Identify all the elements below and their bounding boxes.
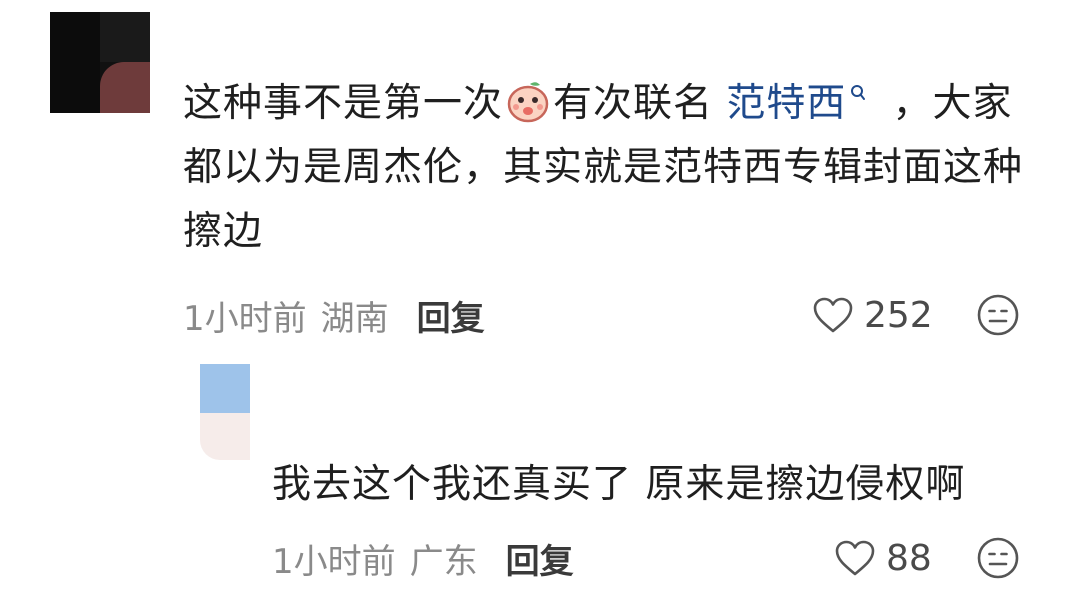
avatar-segment [200,413,250,460]
like-count: 252 [864,294,933,336]
comment-text: 这种事不是第一次 有次联名 范特西 ，大家都以为是周杰伦，其实就是范特西专辑封面… [183,72,1043,264]
comment-text-part: 有次联名 [553,81,727,126]
reply-time: 1小时前 [272,541,396,582]
commenter-avatar[interactable] [50,12,150,113]
heart-icon [835,540,875,576]
comment-meta: 1小时前 湖南 回复 [183,291,485,340]
comment-text-part: 这种事不是第一次 [183,81,504,126]
avatar-segment [100,62,150,113]
avatar-segment [200,364,250,413]
search-link-fantasy[interactable]: 范特西 [726,81,846,126]
reply-meta: 1小时前 广东 回复 [272,534,574,583]
avatar-segment [100,12,150,62]
more-options-icon[interactable] [976,293,1020,337]
like-button[interactable]: 88 [834,535,932,581]
reply-button[interactable]: 回复 [417,291,485,340]
reply-button[interactable]: 回复 [506,534,574,583]
reply-text: 我去这个我还真买了 原来是擦边侵权啊 [272,462,966,507]
comment-time: 1小时前 [183,298,307,339]
peach-emoji-icon [507,82,549,123]
more-options-icon[interactable] [976,536,1020,580]
like-count: 88 [886,537,932,579]
comment-location: 湖南 [320,298,389,339]
search-icon[interactable] [850,84,866,102]
reply-location: 广东 [409,541,478,582]
like-button[interactable]: 252 [812,292,933,338]
avatar-segment [50,12,100,113]
heart-icon [813,297,853,333]
reply-avatar[interactable] [200,364,250,460]
